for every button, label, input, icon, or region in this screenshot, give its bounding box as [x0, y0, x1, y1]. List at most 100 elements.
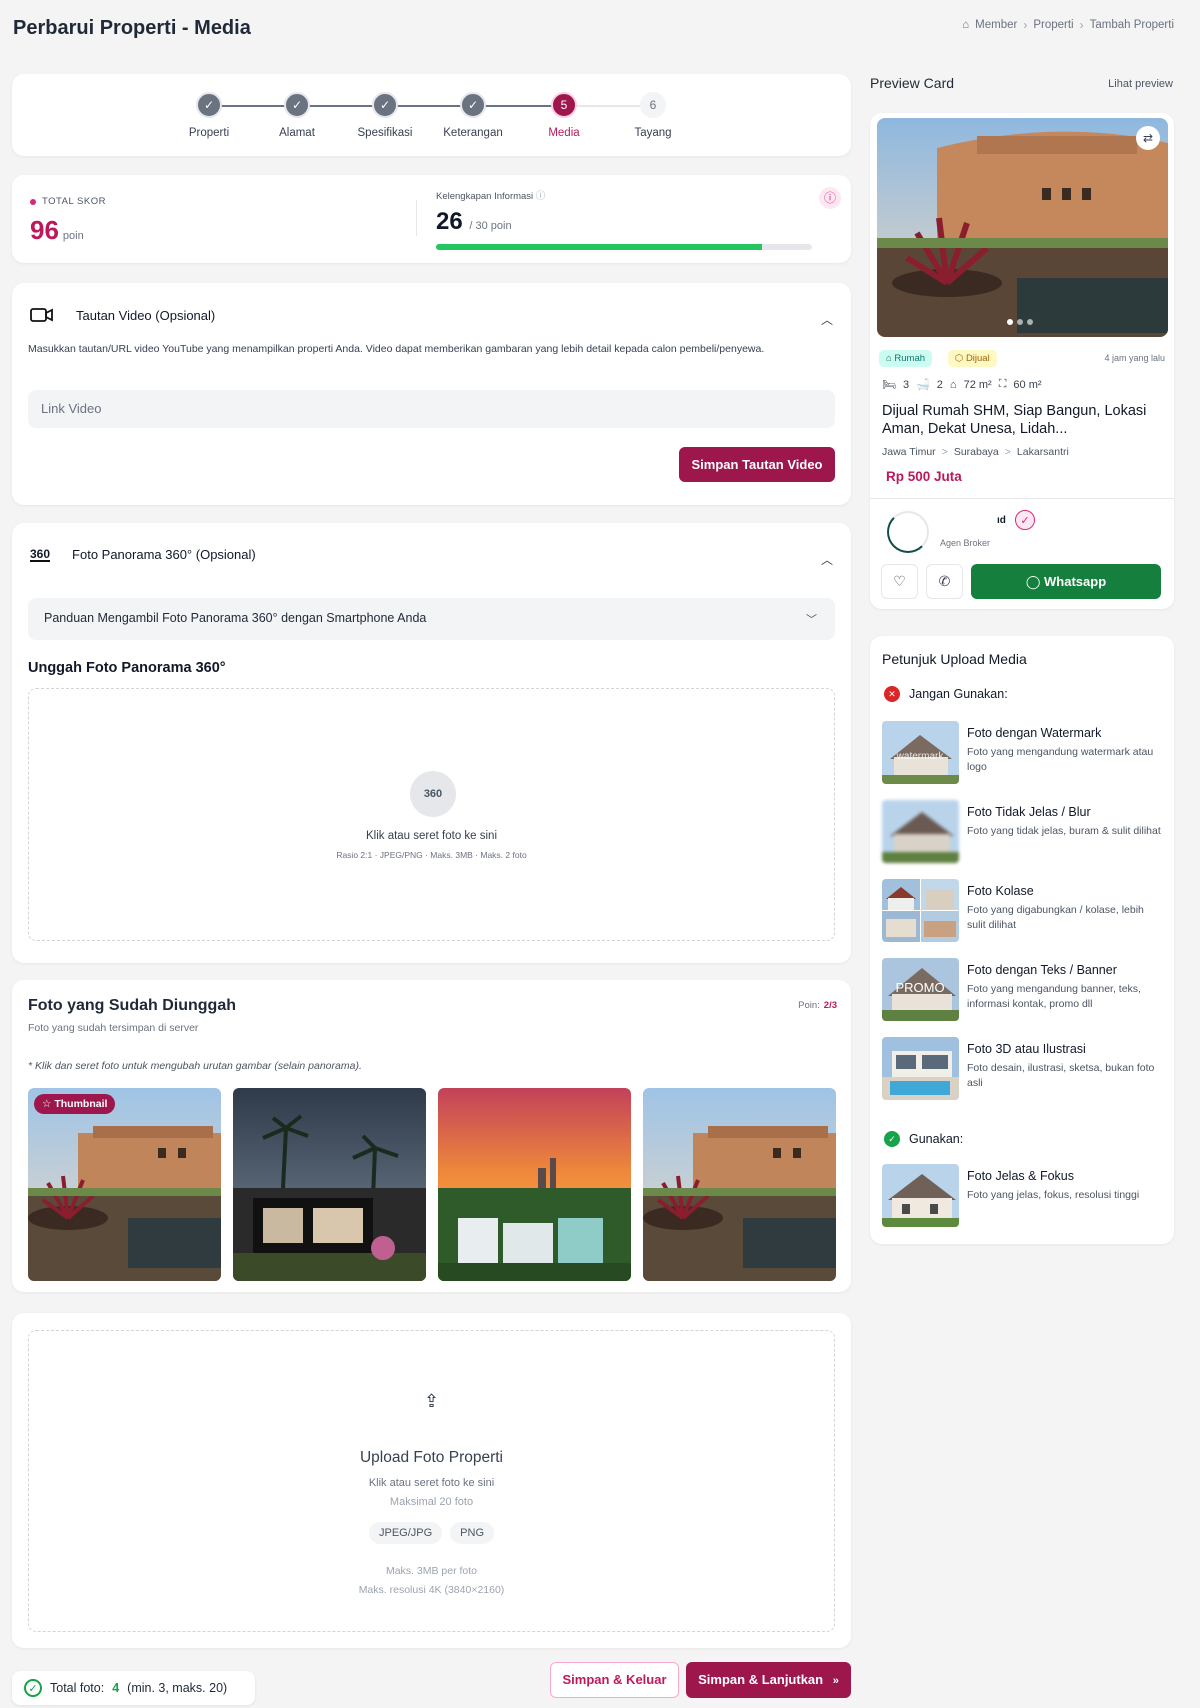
step-label: Tayang: [634, 127, 672, 139]
step-label: Spesifikasi: [357, 127, 413, 139]
guide-label: Panduan Mengambil Foto Panorama 360° den…: [44, 611, 427, 625]
property-image[interactable]: ⇄: [877, 118, 1168, 337]
guide-item-desc: Foto yang mengandung watermark atau logo: [967, 746, 1154, 773]
video-description: Masukkan tautan/URL video YouTube yang m…: [28, 343, 765, 355]
carousel-dots[interactable]: [1007, 319, 1033, 325]
save-exit-button[interactable]: Simpan & Keluar: [550, 1662, 679, 1698]
step-alamat[interactable]: ✓ Alamat: [252, 92, 342, 139]
agent-role: Agen Broker: [940, 538, 991, 548]
uploaded-photo[interactable]: ☆ Thumbnail: [28, 1088, 221, 1281]
dropzone-hint: Rasio 2:1 · JPEG/PNG · Maks. 3MB · Maks.…: [336, 850, 527, 860]
guide-thumbnail: [882, 1164, 959, 1227]
home-icon[interactable]: ⌂: [962, 19, 969, 31]
uploaded-title: Foto yang Sudah Diunggah: [28, 997, 236, 1014]
uploaded-subtitle: Foto yang sudah tersimpan di server: [28, 1022, 199, 1034]
info-icon: ⓘ: [535, 191, 546, 202]
dont-use-heading: ✕ Jangan Gunakan:: [884, 686, 1008, 702]
upload-icon: ⇪: [423, 1391, 440, 1411]
step-label: Alamat: [279, 127, 315, 139]
panorama-360-icon: 360: [410, 771, 456, 817]
kelengkapan-value: 26 / 30 poin: [436, 208, 512, 235]
agent-name: ıd: [997, 515, 1006, 526]
uploaded-photo[interactable]: [643, 1088, 836, 1281]
save-continue-button[interactable]: Simpan & Lanjutkan »: [686, 1662, 851, 1698]
posted-time: 4 jam yang lalu: [1104, 353, 1165, 363]
upload-instruction: Klik atau seret foto ke sini: [368, 1477, 495, 1489]
step-number: 5: [551, 92, 577, 118]
phone-icon: ✆: [938, 573, 951, 589]
step-spesifikasi[interactable]: ✓ Spesifikasi: [340, 92, 430, 139]
chevron-down-icon: ﹀: [806, 614, 817, 626]
guide-item: PROMO Foto dengan Teks / Banner Foto yan…: [882, 958, 1167, 1022]
chevron-up-icon[interactable]: ︿: [821, 311, 833, 328]
total-photos-value: 4: [112, 1681, 120, 1695]
breadcrumb-properti[interactable]: Properti: [1033, 19, 1073, 31]
video-link-input[interactable]: Link Video: [28, 390, 835, 428]
breadcrumb: ⌂ Member › Properti › Tambah Properti: [962, 18, 1174, 32]
bath-icon: 🛁: [916, 379, 930, 391]
reorder-note: * Klik dan seret foto untuk mengubah uru…: [28, 1060, 362, 1072]
panorama-guide-accordion[interactable]: Panduan Mengambil Foto Panorama 360° den…: [28, 598, 835, 640]
guide-item-title: Foto Kolase: [967, 884, 1034, 898]
bed-icon: 🛏: [882, 379, 896, 391]
step-number: 6: [640, 92, 666, 118]
uploaded-photo[interactable]: [438, 1088, 631, 1281]
call-button[interactable]: ✆: [926, 564, 963, 599]
watermark-text: watermark: [896, 751, 945, 762]
check-icon: ✓: [460, 92, 486, 118]
save-video-button[interactable]: Simpan Tautan Video: [679, 447, 835, 482]
step-keterangan[interactable]: ✓ Keterangan: [428, 92, 518, 139]
home-icon: ⌂: [886, 353, 892, 364]
chevron-up-icon[interactable]: ︿: [821, 551, 833, 568]
page-title: Perbarui Properti - Media: [13, 17, 251, 39]
x-circle-icon: ✕: [884, 686, 900, 702]
favorite-button[interactable]: ♡: [881, 564, 918, 599]
panorama-dropzone[interactable]: 360 Klik atau seret foto ke sini Rasio 2…: [28, 688, 835, 941]
breadcrumb-member[interactable]: Member: [975, 19, 1017, 31]
whatsapp-button[interactable]: ◯ Whatsapp: [971, 564, 1161, 599]
guide-item-title: Foto dengan Teks / Banner: [967, 963, 1117, 977]
video-camera-icon: [30, 308, 53, 322]
property-title[interactable]: Dijual Rumah SHM, Siap Bangun, Lokasi Am…: [882, 402, 1167, 438]
guide-item-desc: Foto yang jelas, fokus, resolusi tinggi: [967, 1189, 1140, 1201]
guide-item: Foto Tidak Jelas / Blur Foto yang tidak …: [882, 800, 1167, 864]
upload-title: Upload Foto Properti: [359, 1449, 504, 1466]
guide-title: Petunjuk Upload Media: [882, 651, 1027, 667]
format-chip: PNG: [450, 1522, 495, 1544]
chevron-right-icon: ›: [1023, 18, 1028, 32]
uploaded-photo[interactable]: [233, 1088, 426, 1281]
step-properti[interactable]: ✓ Properti: [164, 92, 254, 139]
step-label: Keterangan: [443, 127, 503, 139]
check-circle-icon: ✓: [884, 1131, 900, 1147]
tag-dijual: ⬡ Dijual: [948, 350, 997, 367]
guide-thumbnail: [882, 800, 959, 863]
step-media[interactable]: 5 Media: [519, 92, 609, 139]
avatar[interactable]: [887, 511, 929, 553]
uploaded-photos-section: Foto yang Sudah Diunggah Foto yang sudah…: [12, 980, 851, 1292]
guide-thumbnail: [882, 879, 959, 942]
format-chips: JPEG/JPG PNG: [29, 1522, 834, 1544]
upload-dropzone[interactable]: ⇪ Upload Foto Properti Klik atau seret f…: [28, 1330, 835, 1632]
chevron-right-icon: ›: [1079, 18, 1084, 32]
step-tayang: 6 Tayang: [608, 92, 698, 139]
panorama-360-icon: 360: [30, 546, 51, 562]
progress-fill: [436, 244, 762, 250]
dot-icon: [30, 198, 36, 205]
property-specs: 🛏 3 🛁 2 ⌂ 72 m² ⛶ 60 m²: [882, 378, 1042, 391]
total-score-label: TOTAL SKOR: [30, 196, 106, 207]
divider: [416, 200, 417, 236]
panorama-section: 360 Foto Panorama 360° (Opsional) ︿ Pand…: [12, 523, 851, 963]
swap-icon[interactable]: ⇄: [1136, 126, 1160, 150]
panorama-header[interactable]: 360 Foto Panorama 360° (Opsional): [30, 547, 256, 562]
video-section: Tautan Video (Opsional) ︿ Masukkan tauta…: [12, 283, 851, 505]
video-header[interactable]: Tautan Video (Opsional): [30, 307, 215, 323]
panorama-upload-title: Unggah Foto Panorama 360°: [28, 660, 226, 676]
video-title: Tautan Video (Opsional): [76, 307, 216, 323]
info-icon[interactable]: ⓘ: [819, 187, 841, 209]
preview-card: ⇄ ⌂ Rumah ⬡ Dijual 4 jam yang lalu 🛏 3 🛁 2…: [870, 113, 1174, 609]
preview-link[interactable]: Lihat preview: [1108, 78, 1173, 90]
guide-item: watermark Foto dengan Watermark Foto yan…: [882, 721, 1167, 785]
check-icon: ✓: [372, 92, 398, 118]
property-location: Jawa Timur > Surabaya > Lakarsantri: [882, 446, 1069, 458]
check-icon: ✓: [196, 92, 222, 118]
